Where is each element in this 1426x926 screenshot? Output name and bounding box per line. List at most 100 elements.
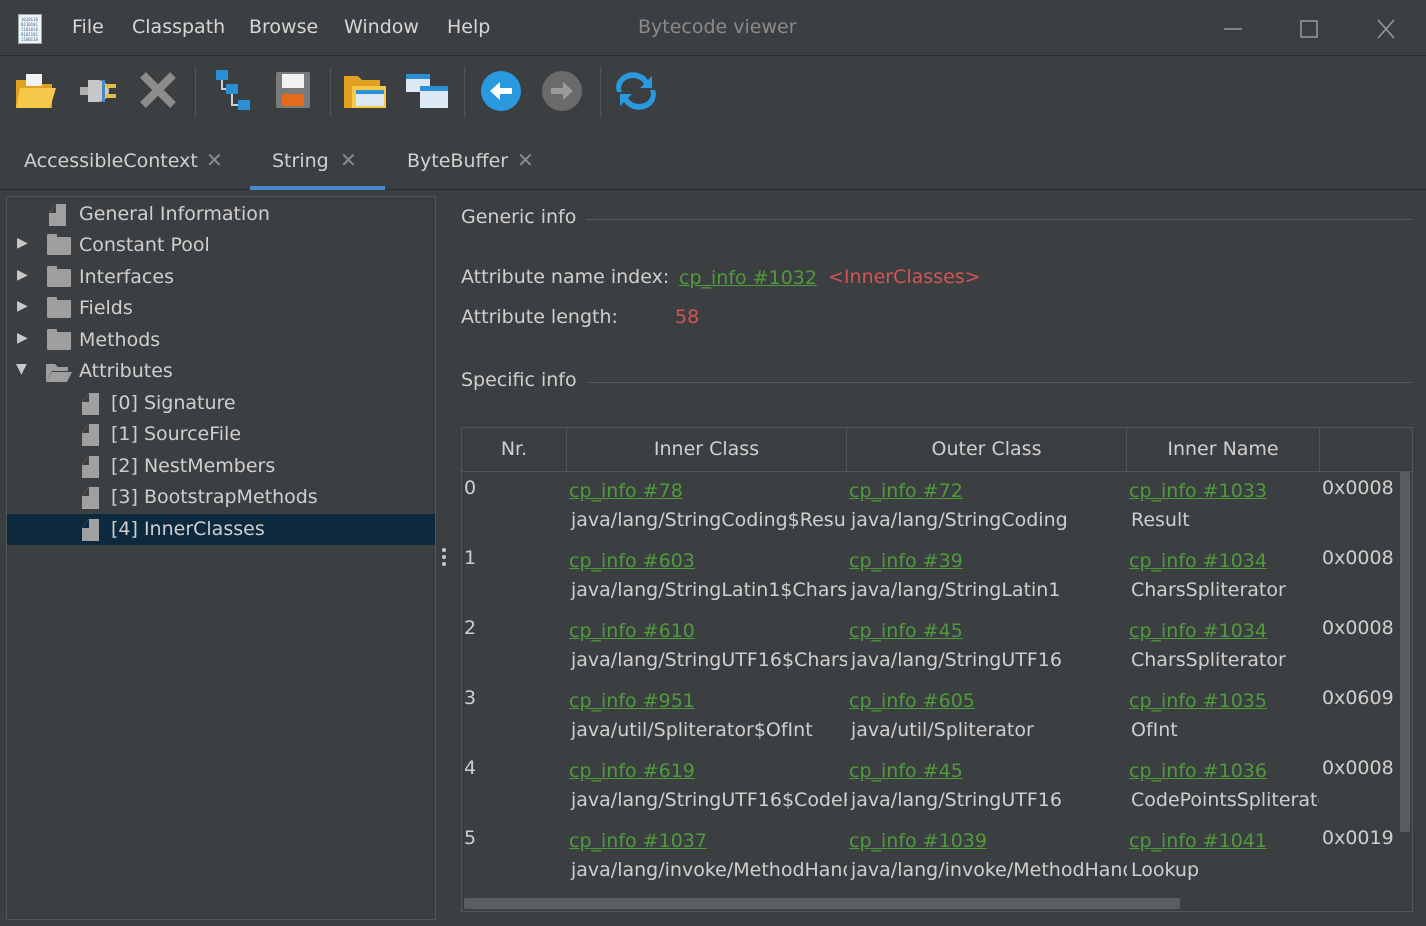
tab-accessible-context[interactable]: AccessibleContext ✕ (2, 128, 232, 190)
table-row[interactable]: 2 cp_info #610 java/lang/StringUTF16$Chars… (462, 613, 1412, 683)
outer-class-ref-link[interactable]: cp_info #605 (849, 687, 1127, 715)
inner-name-value: Lookup (1131, 859, 1200, 881)
inner-name-ref-link[interactable]: cp_info #1036 (1129, 757, 1319, 785)
tab-bar: AccessibleContext ✕ String ✕ ByteBuffer … (0, 128, 1426, 190)
outer-class-ref-link[interactable]: cp_info #45 (849, 617, 1127, 645)
table-row[interactable]: 5 cp_info #1037 java/lang/invoke/MethodHan… (462, 823, 1412, 893)
outer-class-ref-link[interactable]: cp_info #39 (849, 547, 1127, 575)
vertical-scrollbar[interactable] (1398, 472, 1412, 895)
vertical-scrollbar-thumb[interactable] (1400, 472, 1410, 832)
column-header-nr[interactable]: Nr. (462, 428, 567, 471)
tree-item-nestmembers[interactable]: [2] NestMembers (7, 451, 435, 482)
back-arrow-icon[interactable] (477, 68, 525, 114)
column-header-inner-class[interactable]: Inner Class (567, 428, 847, 471)
tab-bytebuffer[interactable]: ByteBuffer ✕ (385, 128, 545, 190)
column-header-outer-class[interactable]: Outer Class (847, 428, 1127, 471)
inner-name-cell: cp_info #1034 CharsSpliterator (1129, 547, 1319, 605)
tab-label: ByteBuffer (407, 150, 509, 172)
app-icon: 1010110 0110101 1101010 0101101 1100110 (18, 14, 42, 44)
inner-name-cell: cp_info #1036 CodePointsSpliterator (1129, 757, 1319, 815)
open-folder-icon[interactable] (12, 68, 60, 114)
tree-item-bootstrapmethods[interactable]: [3] BootstrapMethods (7, 482, 435, 513)
browse-folder-icon[interactable] (342, 68, 390, 114)
menu-window[interactable]: Window (344, 16, 419, 38)
inner-name-ref-link[interactable]: cp_info #1041 (1129, 827, 1319, 855)
horizontal-scrollbar[interactable] (462, 895, 1400, 911)
expand-arrow-icon[interactable]: ▶ (17, 267, 28, 283)
hierarchy-icon[interactable] (210, 68, 258, 114)
file-icon (82, 456, 99, 478)
tree-item-signature[interactable]: [0] Signature (7, 388, 435, 419)
tree-item-interfaces[interactable]: ▶ Interfaces (7, 262, 435, 293)
inner-name-value: Result (1131, 509, 1190, 531)
access-flags: 0x0008 (1322, 617, 1394, 639)
inner-class-cell: cp_info #951 java/util/Spliterator$OfInt (569, 687, 847, 745)
inner-class-ref-link[interactable]: cp_info #951 (569, 687, 847, 715)
outer-class-ref-link[interactable]: cp_info #1039 (849, 827, 1127, 855)
outer-class-ref-link[interactable]: cp_info #72 (849, 477, 1127, 505)
tab-close-icon[interactable]: ✕ (517, 148, 534, 172)
access-flags: 0x0008 (1322, 757, 1394, 779)
minimize-icon[interactable] (1218, 14, 1248, 44)
horizontal-scrollbar-thumb[interactable] (464, 898, 1180, 909)
table-row[interactable]: 0 cp_info #78 java/lang/StringCoding$Resul… (462, 473, 1412, 543)
row-number: 5 (464, 827, 477, 849)
inner-class-cell: cp_info #610 java/lang/StringUTF16$CharsS… (569, 617, 847, 675)
tree-item-methods[interactable]: ▶ Methods (7, 325, 435, 356)
tree-item-general-information[interactable]: General Information (7, 199, 435, 230)
refresh-icon[interactable] (612, 68, 660, 114)
table-row[interactable]: 3 cp_info #951 java/util/Spliterator$OfInt… (462, 683, 1412, 753)
expand-arrow-icon[interactable]: ▶ (17, 330, 28, 346)
inner-class-ref-link[interactable]: cp_info #1037 (569, 827, 847, 855)
outer-class-value: java/lang/StringLatin1 (851, 579, 1061, 601)
plug-icon[interactable] (74, 68, 122, 114)
folder-icon (47, 266, 71, 287)
access-flags: 0x0008 (1322, 477, 1394, 499)
outer-class-ref-link[interactable]: cp_info #45 (849, 757, 1127, 785)
tree-item-fields[interactable]: ▶ Fields (7, 293, 435, 324)
splitter-handle[interactable] (440, 546, 448, 572)
tree-item-innerclasses[interactable]: [4] InnerClasses (7, 514, 435, 545)
inner-name-ref-link[interactable]: cp_info #1033 (1129, 477, 1319, 505)
tree-item-attributes[interactable]: ▼ Attributes (7, 356, 435, 387)
inner-class-value: java/util/Spliterator$OfInt (571, 719, 813, 741)
menu-help[interactable]: Help (447, 16, 490, 38)
table-row[interactable]: 4 cp_info #619 java/lang/StringUTF16$CodeP… (462, 753, 1412, 823)
windows-icon[interactable] (404, 68, 452, 114)
file-icon (82, 487, 99, 509)
expand-arrow-icon[interactable]: ▶ (17, 298, 28, 314)
tab-close-icon[interactable]: ✕ (206, 148, 223, 172)
maximize-icon[interactable] (1294, 14, 1324, 44)
tab-string[interactable]: String ✕ (250, 128, 385, 190)
inner-name-cell: cp_info #1034 CharsSpliterator (1129, 617, 1319, 675)
inner-name-ref-link[interactable]: cp_info #1035 (1129, 687, 1319, 715)
attribute-name-index-link[interactable]: cp_info #1032 (679, 267, 817, 289)
menu-browse[interactable]: Browse (249, 16, 318, 38)
attribute-length-label: Attribute length: (461, 306, 618, 328)
inner-name-ref-link[interactable]: cp_info #1034 (1129, 617, 1319, 645)
inner-class-ref-link[interactable]: cp_info #619 (569, 757, 847, 785)
inner-class-ref-link[interactable]: cp_info #610 (569, 617, 847, 645)
inner-name-ref-link[interactable]: cp_info #1034 (1129, 547, 1319, 575)
inner-name-cell: cp_info #1033 Result (1129, 477, 1319, 535)
tree-item-constant-pool[interactable]: ▶ Constant Pool (7, 230, 435, 261)
window-title: Bytecode viewer (638, 16, 797, 38)
attribute-length-value: 58 (675, 306, 700, 328)
save-icon[interactable] (270, 68, 318, 114)
tab-close-icon[interactable]: ✕ (340, 148, 357, 172)
inner-name-value: CodePointsSpliterator (1131, 789, 1319, 811)
inner-class-ref-link[interactable]: cp_info #603 (569, 547, 847, 575)
menu-classpath[interactable]: Classpath (132, 16, 225, 38)
expand-arrow-icon[interactable]: ▶ (17, 235, 28, 251)
close-x-icon[interactable] (135, 68, 183, 114)
inner-name-cell: cp_info #1035 OfInt (1129, 687, 1319, 745)
inner-class-ref-link[interactable]: cp_info #78 (569, 477, 847, 505)
column-header-inner-name[interactable]: Inner Name (1127, 428, 1320, 471)
tree-item-sourcefile[interactable]: [1] SourceFile (7, 419, 435, 450)
row-number: 1 (464, 547, 477, 569)
forward-arrow-icon[interactable] (538, 68, 586, 114)
collapse-arrow-icon[interactable]: ▼ (16, 361, 27, 377)
table-row[interactable]: 1 cp_info #603 java/lang/StringLatin1$Char… (462, 543, 1412, 613)
close-window-icon[interactable] (1371, 14, 1401, 44)
menu-file[interactable]: File (72, 16, 104, 38)
